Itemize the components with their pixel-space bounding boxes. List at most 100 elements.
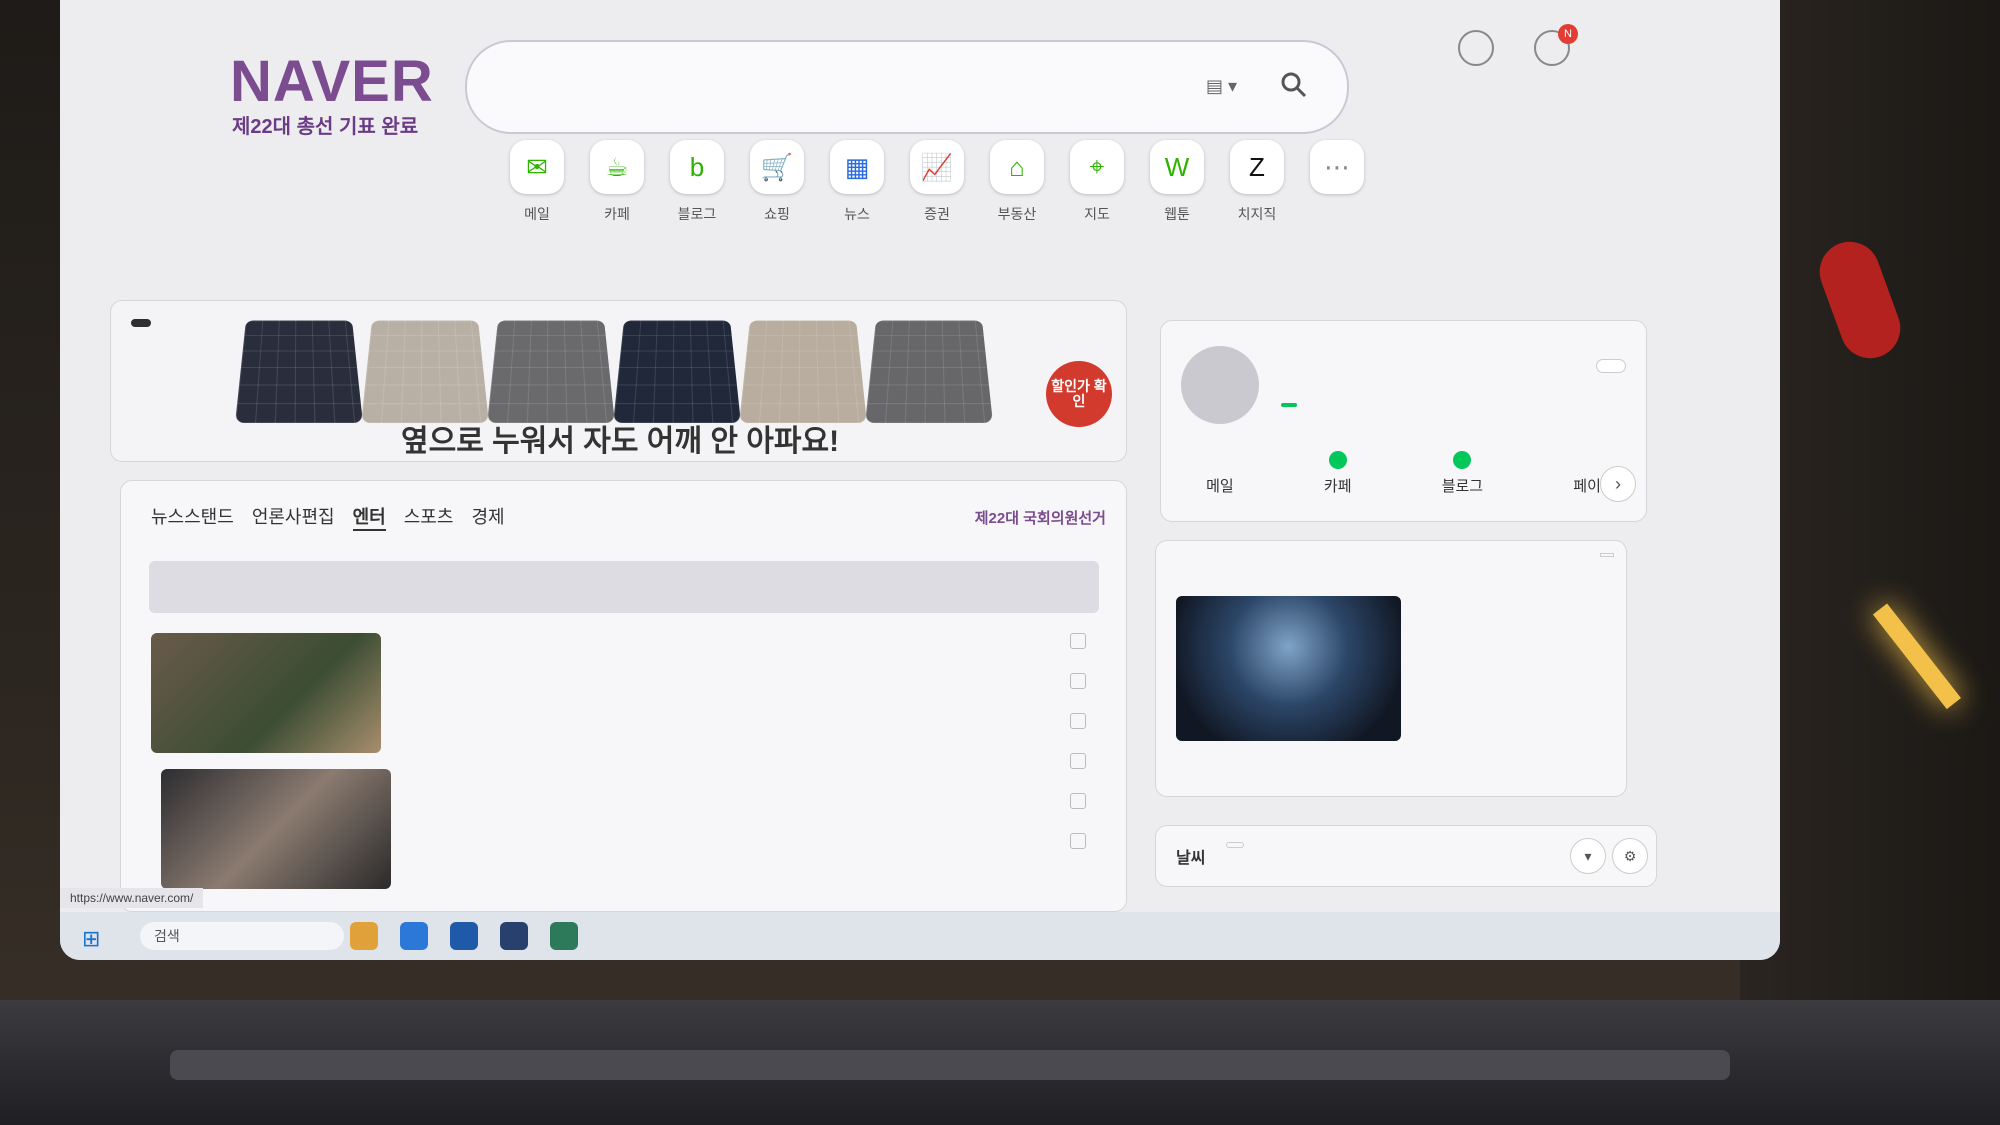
profile-tab[interactable]: 카페 <box>1324 451 1352 496</box>
shortcut-news[interactable]: ▦ 뉴스 <box>830 140 884 224</box>
shortcut-more[interactable]: ⋯ <box>1310 140 1364 224</box>
news-tab[interactable]: 경제 <box>471 503 504 531</box>
election-link[interactable]: 제22대 국회의원선거 <box>975 507 1106 528</box>
search-box[interactable]: ▤ ▾ <box>465 40 1349 134</box>
news-thumbnail[interactable] <box>161 769 391 889</box>
mail-icon: ✉ <box>510 140 564 194</box>
promo-ad-tag <box>1600 553 1614 557</box>
keyboard-icon[interactable]: ▤ ▾ <box>1206 76 1237 97</box>
shopping-icon: 🛒 <box>750 140 804 194</box>
shortcut-label: 카페 <box>590 204 644 224</box>
news-tabs: 뉴스스탠드 언론사편집 엔터 스포츠 경제 <box>151 503 505 531</box>
profile-badge <box>1281 403 1297 407</box>
news-tab[interactable]: 스포츠 <box>404 503 454 531</box>
weather-expand-button[interactable]: ▾ <box>1570 838 1606 874</box>
news-subbar <box>149 561 1099 613</box>
profile-tab-label: 블로그 <box>1442 478 1483 495</box>
video-icon <box>1070 673 1086 689</box>
shortcut-realestate[interactable]: ⌂ 부동산 <box>990 140 1044 224</box>
taskbar-app-icon[interactable] <box>400 922 428 950</box>
taskbar-search[interactable]: 검색 <box>140 922 344 950</box>
shortcut-label: 부동산 <box>990 204 1044 224</box>
next-button[interactable]: › <box>1600 466 1636 502</box>
more-icon: ⋯ <box>1310 140 1364 194</box>
mattress-image <box>235 321 363 423</box>
shortcut-cafe[interactable]: ☕ 카페 <box>590 140 644 224</box>
mattress-images <box>241 313 987 421</box>
video-icon <box>1070 633 1086 649</box>
taskbar: ⊞ 검색 <box>60 912 1780 960</box>
news-thumbnail[interactable] <box>151 633 381 753</box>
windows-start-icon[interactable]: ⊞ <box>82 926 106 950</box>
service-shortcuts: ✉ 메일 ☕ 카페 b 블로그 🛒 쇼핑 ▦ 뉴스 📈 증권 ⌂ 부동산 ⌖ 지도 W 웹툰 Z 치지직 ⋯ <box>510 140 1364 224</box>
banner-badge[interactable]: 할인가 확인 <box>1046 361 1112 427</box>
news-tab[interactable]: 언론사편집 <box>252 503 335 531</box>
shortcut-chzzk[interactable]: Z 치지직 <box>1230 140 1284 224</box>
taskbar-app-icon[interactable] <box>350 922 378 950</box>
profile-tab[interactable]: 블로그 <box>1442 451 1483 496</box>
news-tab[interactable]: 엔터 <box>353 503 386 531</box>
weather-widget: 날씨 ▾ ⚙ <box>1155 825 1657 887</box>
cafe-icon: ☕ <box>590 140 644 194</box>
profile-tab[interactable]: 메일 <box>1206 451 1234 496</box>
news-panel: 뉴스스탠드 언론사편집 엔터 스포츠 경제 제22대 국회의원선거 <box>120 480 1127 912</box>
weather-settings-button[interactable]: ⚙ <box>1612 838 1648 874</box>
shortcut-label: 웹툰 <box>1150 204 1204 224</box>
browser-screen: NAVER 제22대 총선 기표 완료 ▤ ▾ N ✉ 메일 ☕ 카페 b 블로그 🛒 쇼핑 ▦… <box>60 0 1780 960</box>
search-input[interactable] <box>497 64 1141 106</box>
realestate-icon: ⌂ <box>990 140 1044 194</box>
profile-tab-label: 카페 <box>1324 478 1352 495</box>
headline-item[interactable] <box>646 833 1086 873</box>
chzzk-icon: Z <box>1230 140 1284 194</box>
notification-badge: N <box>1558 24 1578 44</box>
shortcut-map[interactable]: ⌖ 지도 <box>1070 140 1124 224</box>
headline-item[interactable] <box>646 673 1086 713</box>
taskbar-apps <box>350 922 578 950</box>
avatar[interactable] <box>1181 346 1259 424</box>
headline-item[interactable] <box>646 713 1086 753</box>
shortcut-label: 증권 <box>910 204 964 224</box>
taskbar-app-icon[interactable] <box>500 922 528 950</box>
shortcut-label: 지도 <box>1070 204 1124 224</box>
webtoon-icon: W <box>1150 140 1204 194</box>
new-dot-icon <box>1329 451 1347 469</box>
mattress-image <box>865 321 993 423</box>
headline-list <box>646 633 1086 873</box>
promo-card[interactable] <box>1155 540 1627 797</box>
video-icon <box>1070 713 1086 729</box>
video-icon <box>1070 793 1086 809</box>
stock-icon: 📈 <box>910 140 964 194</box>
ad-banner[interactable]: 옆으로 누워서 자도 어깨 안 아파요! 할인가 확인 <box>110 300 1127 462</box>
map-icon: ⌖ <box>1070 140 1124 194</box>
shortcut-blog[interactable]: b 블로그 <box>670 140 724 224</box>
shortcut-webtoon[interactable]: W 웹툰 <box>1150 140 1204 224</box>
headline-item[interactable] <box>646 793 1086 833</box>
promo-image[interactable] <box>1176 596 1401 741</box>
search-icon[interactable] <box>1279 70 1307 98</box>
status-url: https://www.naver.com/ <box>60 888 203 908</box>
taskbar-app-icon[interactable] <box>450 922 478 950</box>
taskbar-app-icon[interactable] <box>550 922 578 950</box>
user-menu-icon[interactable] <box>1458 30 1494 66</box>
shortcut-label: 치지직 <box>1230 204 1284 224</box>
shortcut-mail[interactable]: ✉ 메일 <box>510 140 564 224</box>
naver-logo[interactable]: NAVER <box>230 48 434 115</box>
headline-item[interactable] <box>646 633 1086 673</box>
shortcut-shopping[interactable]: 🛒 쇼핑 <box>750 140 804 224</box>
new-dot-icon <box>1453 451 1471 469</box>
logo-subtitle[interactable]: 제22대 총선 기표 완료 <box>232 110 418 139</box>
profile-tab-label: 메일 <box>1206 478 1234 495</box>
ad-tag <box>131 319 151 327</box>
weather-tag[interactable] <box>1226 842 1244 848</box>
news-icon: ▦ <box>830 140 884 194</box>
bell-icon[interactable]: N <box>1534 30 1570 66</box>
profile-tabs: 메일 카페 블로그 페이 <box>1161 451 1646 496</box>
logout-button[interactable] <box>1596 359 1626 373</box>
profile-tab[interactable]: 페이 <box>1573 451 1601 496</box>
weather-label: 날씨 <box>1176 844 1205 868</box>
shortcut-label: 블로그 <box>670 204 724 224</box>
headline-item[interactable] <box>646 753 1086 793</box>
banner-headline: 옆으로 누워서 자도 어깨 안 아파요! <box>401 416 839 460</box>
shortcut-stock[interactable]: 📈 증권 <box>910 140 964 224</box>
news-tab[interactable]: 뉴스스탠드 <box>151 503 234 531</box>
